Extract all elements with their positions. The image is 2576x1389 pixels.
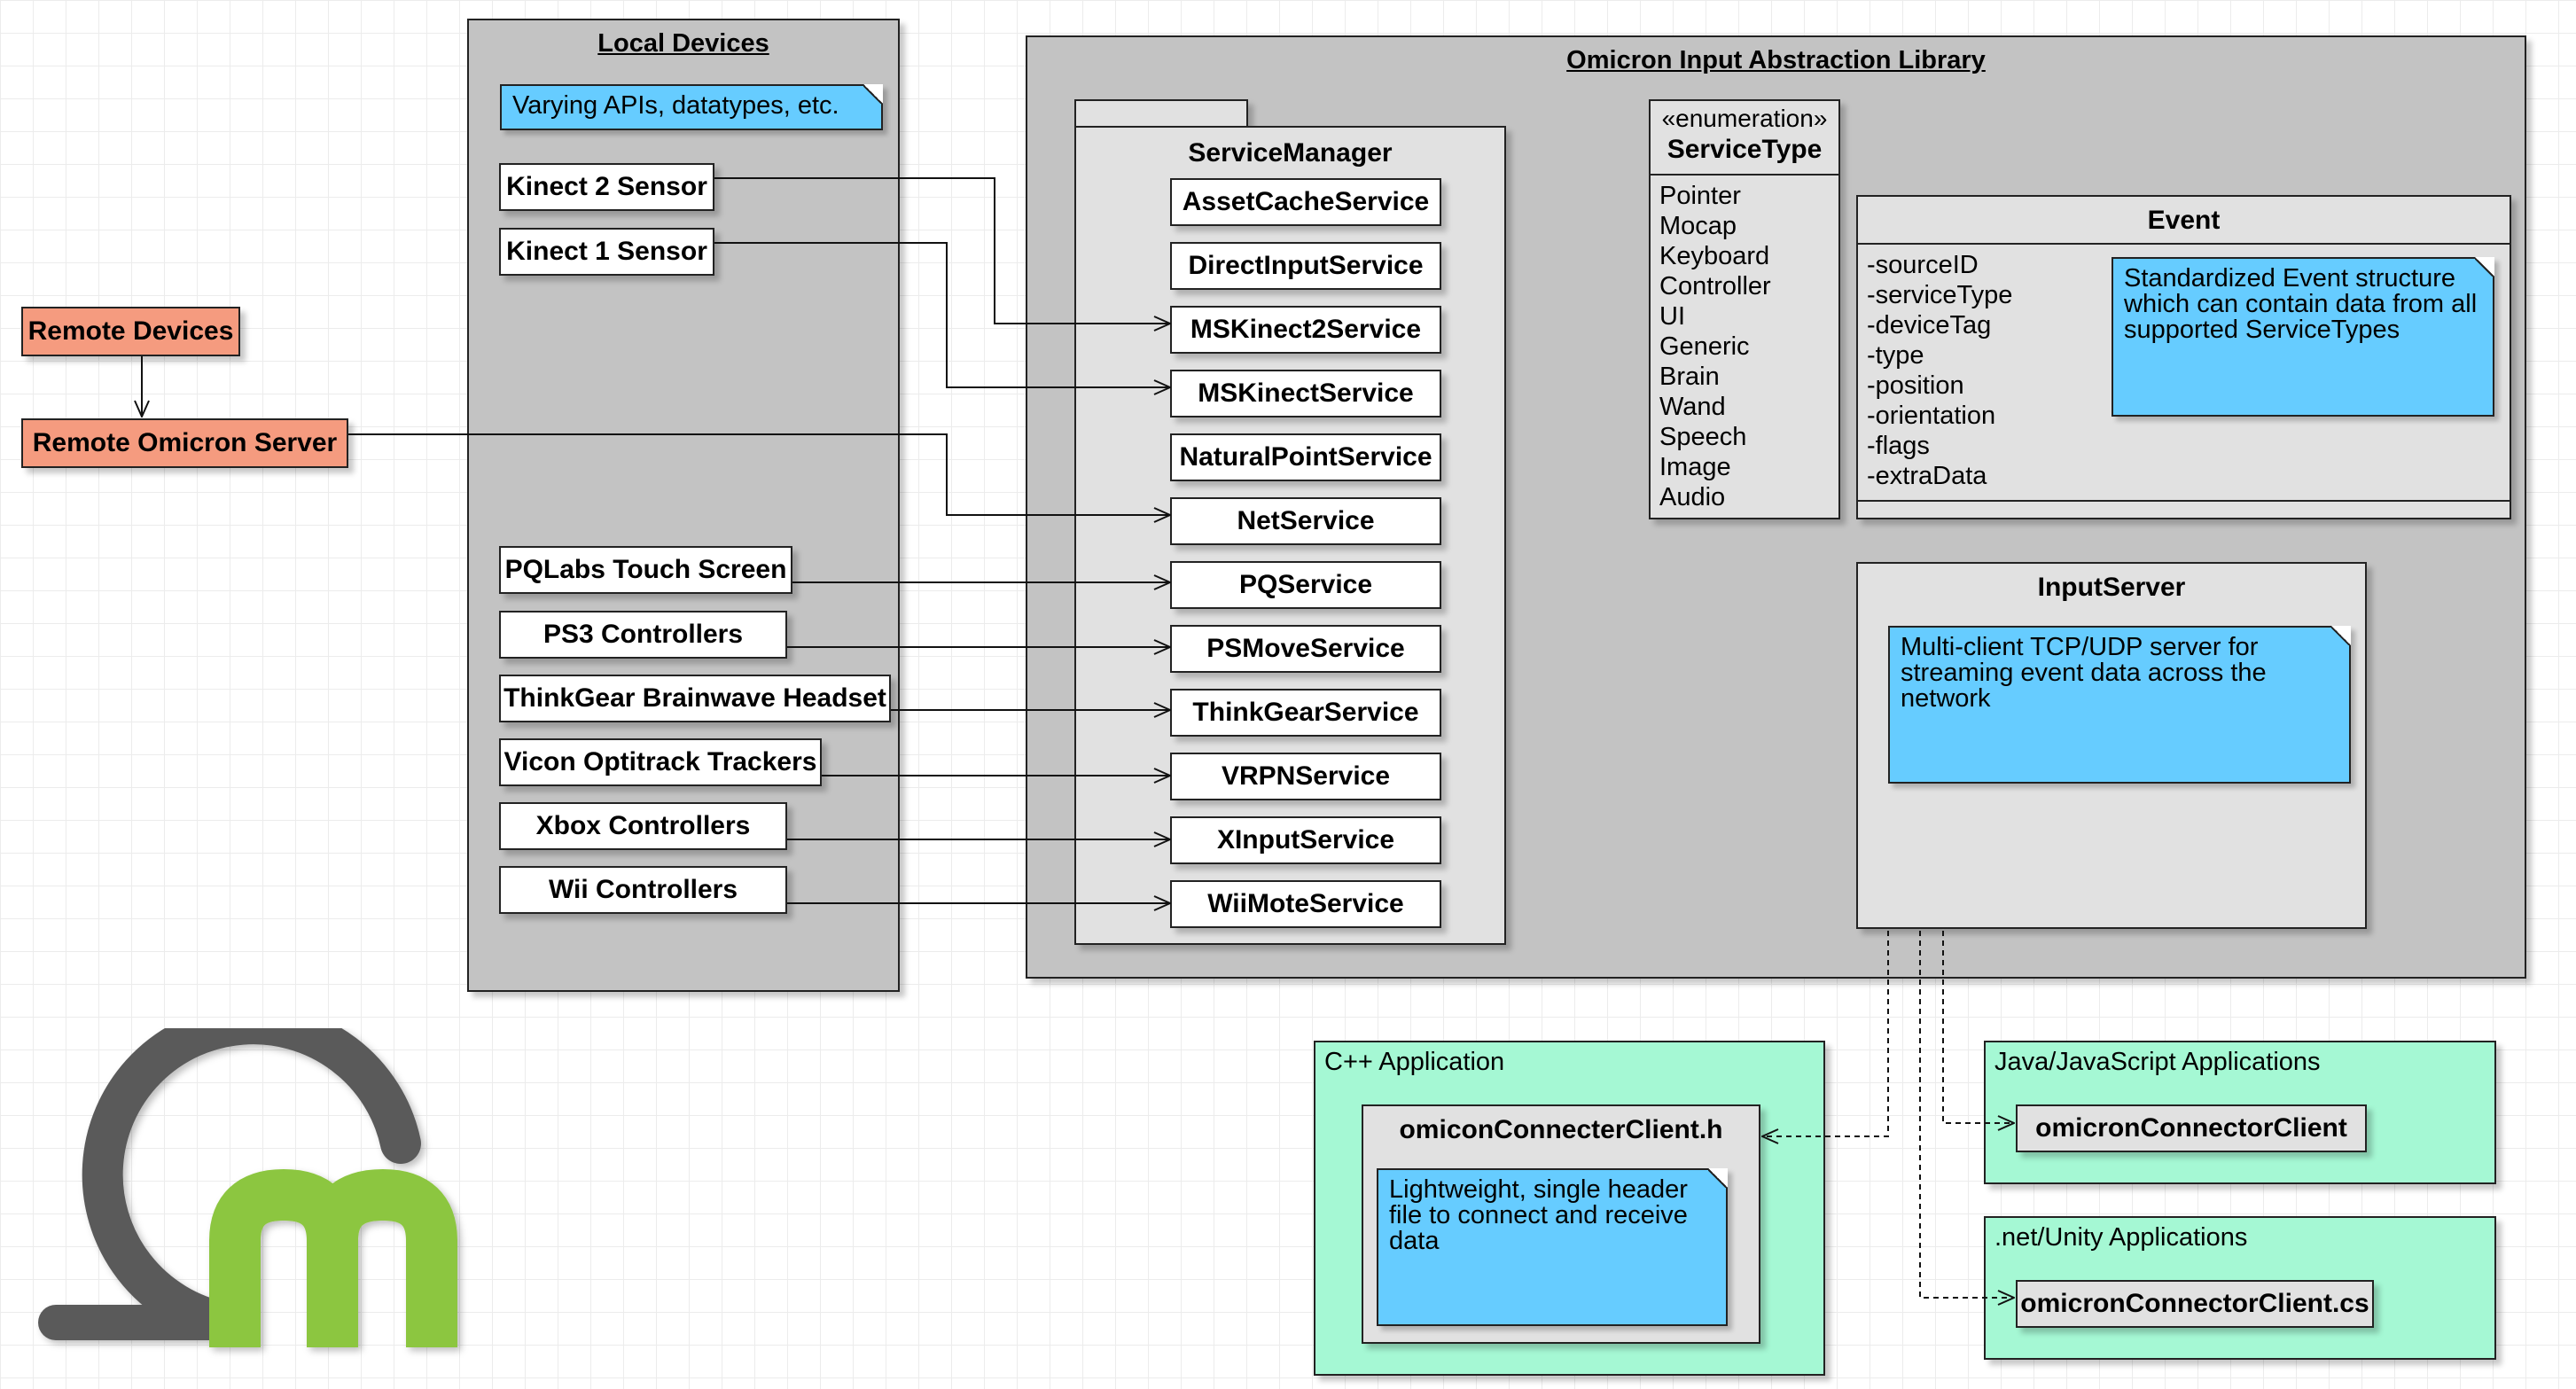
kinect2-connector xyxy=(714,177,1170,324)
remote-server-connector xyxy=(348,433,1170,515)
cpp-client-connector xyxy=(1762,931,1889,1136)
kinect1-connector xyxy=(714,242,1170,387)
omicron-logo-icon xyxy=(38,1028,457,1347)
net-client-connector xyxy=(1919,931,2014,1298)
java-client-connector xyxy=(1942,931,2014,1123)
